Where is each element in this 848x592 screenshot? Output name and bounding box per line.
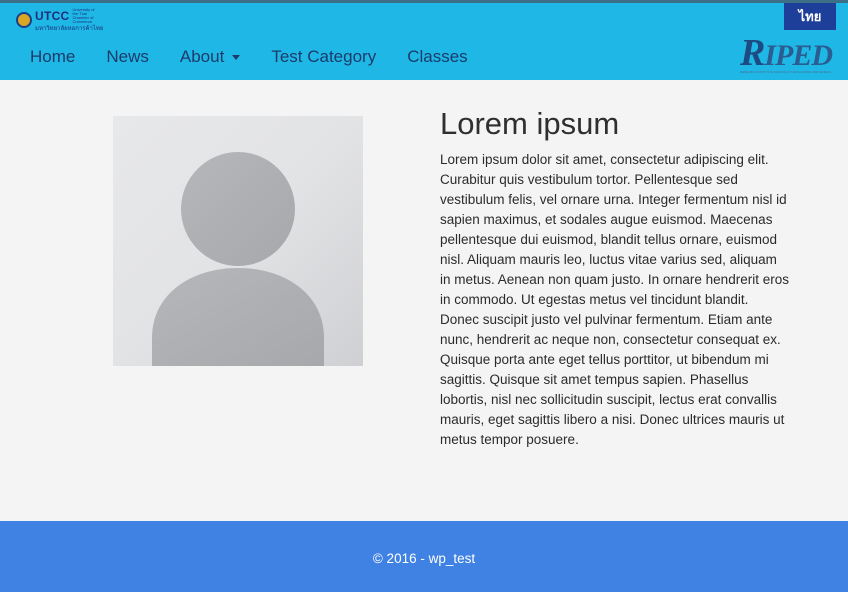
nav-news[interactable]: News: [106, 47, 149, 67]
riped-logo-initial: R: [740, 32, 765, 74]
language-toggle-button[interactable]: ไทย: [784, 3, 836, 30]
utcc-logo-text: UTCC University of the Thai Chamber of C…: [35, 7, 104, 33]
riped-logo-name: RIPED: [740, 34, 844, 72]
caret-down-icon: [232, 54, 241, 60]
site-header: UTCC University of the Thai Chamber of C…: [0, 3, 848, 80]
nav-home[interactable]: Home: [30, 47, 75, 67]
page-title: Lorem ipsum: [440, 106, 620, 141]
riped-logo-rest: IPED: [764, 39, 833, 72]
nav-about[interactable]: About: [179, 47, 241, 67]
utcc-name: UTCC: [35, 9, 70, 23]
site-footer: © 2016 - wp_test: [0, 521, 848, 592]
nav-test-category[interactable]: Test Category: [271, 47, 376, 67]
riped-logo-tagline: RESEARCH INSTITUTE FOR POLICY EVALUATION…: [740, 70, 831, 74]
utcc-subtitle-th: มหาวิทยาลัยหอการค้าไทย: [35, 26, 104, 32]
riped-logo[interactable]: RIPED RESEARCH INSTITUTE FOR POLICY EVAL…: [740, 34, 844, 77]
utcc-seal-icon: [16, 12, 32, 28]
person-placeholder-icon: [113, 116, 363, 366]
footer-copyright: © 2016 - wp_test: [372, 551, 476, 566]
utcc-logo[interactable]: UTCC University of the Thai Chamber of C…: [16, 7, 106, 33]
nav-classes[interactable]: Classes: [407, 47, 467, 67]
main-nav: Home News About Test Category Classes: [30, 45, 499, 69]
utcc-subtitle-en: University of the Thai Chamber of Commer…: [72, 7, 95, 24]
body-paragraph: Lorem ipsum dolor sit amet, consectetur …: [440, 152, 789, 447]
nav-about-label: About: [179, 47, 225, 66]
